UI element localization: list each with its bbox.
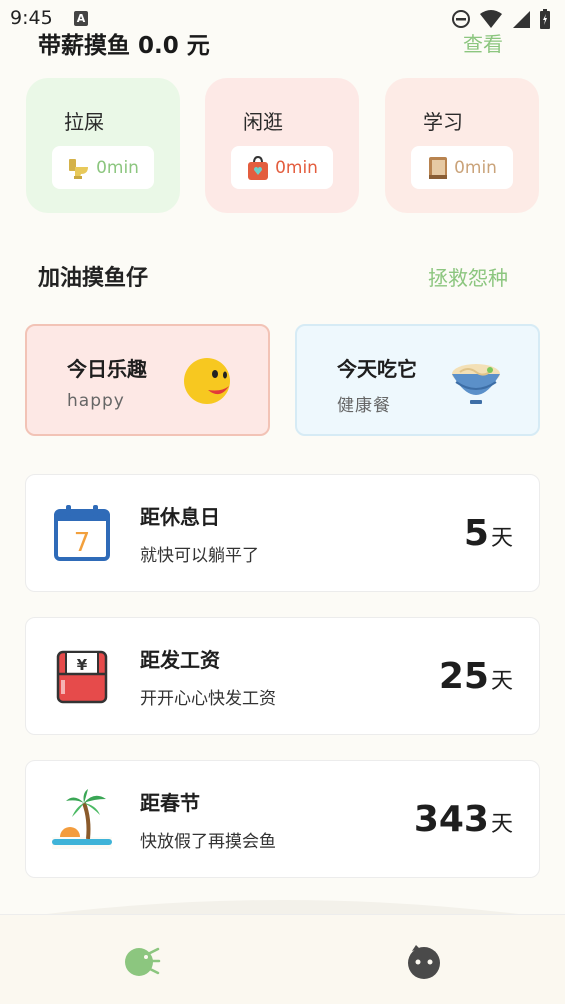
do-not-disturb-icon (452, 10, 470, 28)
book-icon (429, 156, 448, 179)
activity-value: 0min (275, 157, 318, 178)
activity-timer: 0min (411, 146, 513, 189)
status-icons (451, 8, 551, 30)
countdown-card-payday[interactable]: ¥ 距发工资 开开心心快发工资 25 天 (25, 617, 540, 735)
envelope-symbol: ¥ (77, 656, 88, 674)
countdown-card-weekend[interactable]: 7 距休息日 就快可以躺平了 5 天 (25, 474, 540, 592)
fun-card-happy[interactable]: 今日乐趣 happy (25, 324, 270, 436)
activity-card-toilet[interactable]: 拉屎 0min (26, 78, 180, 213)
view-link[interactable]: 查看 (463, 28, 503, 57)
cell-signal-icon (513, 11, 530, 28)
countdown-number: 5 (463, 513, 489, 554)
countdown-value: 25 天 (439, 656, 513, 697)
section-title: 加油摸鱼仔 (38, 266, 149, 291)
earnings-title: 带薪摸鱼 0.0 元 (38, 33, 210, 59)
red-envelope-icon: ¥ (56, 650, 108, 704)
battery-icon (540, 9, 550, 29)
countdown-title: 距休息日 (140, 505, 220, 529)
wifi-icon (480, 10, 502, 28)
happy-face-icon (184, 358, 230, 404)
shopping-bag-icon (248, 155, 269, 180)
calendar-digit: 7 (74, 528, 91, 558)
countdown-card-spring-festival[interactable]: 距春节 快放假了再摸会鱼 343 天 (25, 760, 540, 878)
toilet-icon (69, 158, 89, 179)
countdown-unit: 天 (490, 812, 513, 837)
countdown-subtitle: 开开心心快发工资 (140, 689, 276, 709)
countdown-subtitle: 就快可以躺平了 (140, 546, 259, 566)
palm-island-icon (52, 789, 112, 849)
countdown-unit: 天 (490, 669, 513, 694)
countdown-value: 343 天 (414, 799, 513, 840)
face-icon[interactable] (404, 941, 444, 981)
fish-icon[interactable] (122, 941, 162, 981)
countdown-title: 距春节 (140, 791, 200, 815)
rescue-link[interactable]: 拯救怨种 (428, 262, 508, 291)
calendar-icon: 7 (54, 505, 110, 561)
fun-title: 今日乐趣 (67, 357, 147, 381)
countdown-unit: 天 (490, 526, 513, 551)
countdown-number: 25 (438, 656, 489, 697)
bottom-navigation (0, 914, 565, 1004)
countdown-title: 距发工资 (140, 648, 220, 672)
activity-label: 学习 (423, 110, 463, 134)
activity-timer: 0min (231, 146, 333, 189)
activity-value: 0min (96, 157, 139, 178)
countdown-subtitle: 快放假了再摸会鱼 (140, 832, 276, 852)
noodle-bowl-icon (452, 364, 500, 404)
status-a-badge: A (74, 11, 88, 26)
fun-subtitle: happy (67, 391, 125, 411)
activity-value: 0min (454, 157, 497, 178)
activity-card-study[interactable]: 学习 0min (385, 78, 539, 213)
countdown-number: 343 (413, 799, 489, 840)
activity-card-shopping[interactable]: 闲逛 0min (205, 78, 359, 213)
activity-label: 拉屎 (64, 110, 104, 134)
fun-subtitle: 健康餐 (337, 396, 391, 416)
fun-title: 今天吃它 (337, 357, 417, 381)
fun-card-food[interactable]: 今天吃它 健康餐 (295, 324, 540, 436)
activity-label: 闲逛 (243, 110, 283, 134)
activity-timer: 0min (52, 146, 154, 189)
countdown-value: 5 天 (464, 513, 513, 554)
